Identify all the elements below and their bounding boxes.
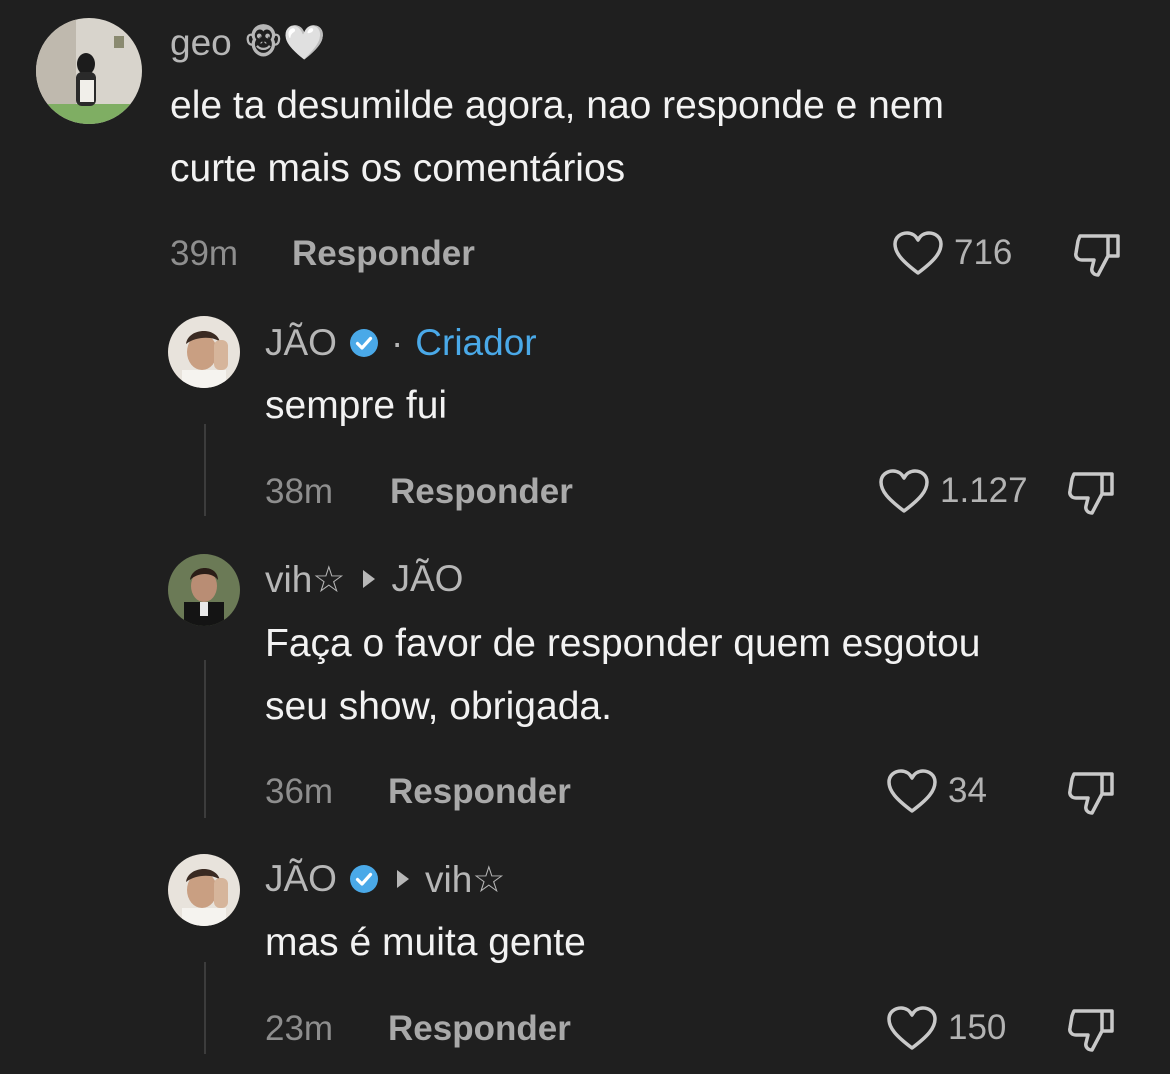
- avatar-photo: [168, 316, 240, 388]
- comment-text-line: ele ta desumilde agora, nao responde e n…: [170, 84, 945, 127]
- avatar-jao[interactable]: [168, 854, 240, 926]
- comment-text: ele ta desumilde agora, nao responde e n…: [170, 74, 944, 200]
- like-count: 716: [954, 233, 1013, 272]
- avatar-geo[interactable]: [36, 18, 142, 124]
- author-name[interactable]: JÃO: [265, 858, 337, 900]
- thumbs-down-icon: [1066, 1007, 1118, 1053]
- comment-text: Faça o favor de responder quem esgotou s…: [265, 612, 980, 738]
- comment-text-line: curte mais os comentários: [170, 147, 626, 190]
- comment-text: sempre fui: [265, 374, 447, 437]
- reply-arrow-icon: [363, 570, 376, 588]
- comment-time: 39m: [170, 234, 239, 273]
- avatar-photo: [168, 554, 240, 626]
- avatar-jao[interactable]: [168, 316, 240, 388]
- thumbs-down-icon: [1066, 770, 1118, 816]
- like-button[interactable]: 34: [886, 768, 987, 814]
- like-count: 1.127: [940, 471, 1028, 510]
- author-name[interactable]: JÃO: [265, 322, 337, 364]
- dislike-button[interactable]: [1066, 470, 1118, 516]
- heart-icon: [886, 768, 938, 814]
- verified-icon: [349, 864, 379, 894]
- reply-arrow-icon: [396, 870, 409, 888]
- reply-to-name[interactable]: vih☆: [425, 858, 505, 901]
- avatar-photo: [168, 854, 240, 926]
- reply-button[interactable]: Responder: [388, 1009, 571, 1049]
- comment-time: 36m: [265, 772, 334, 811]
- comment-text: mas é muita gente: [265, 911, 586, 974]
- dislike-button[interactable]: [1072, 232, 1124, 278]
- author-name[interactable]: geo: [170, 22, 232, 64]
- comment-text-line: seu show, obrigada.: [265, 685, 612, 728]
- like-count: 34: [948, 771, 987, 810]
- avatar-vih[interactable]: [168, 554, 240, 626]
- thread-line: [204, 424, 206, 516]
- comment-time: 23m: [265, 1009, 334, 1048]
- author-line: vih☆ JÃO: [265, 556, 463, 602]
- comment-text-line: Faça o favor de responder quem esgotou: [265, 622, 981, 665]
- author-emoji: 🐵🤍: [243, 24, 326, 62]
- comment-text-line: mas é muita gente: [265, 921, 586, 964]
- separator-dot: ·: [390, 322, 404, 363]
- heart-icon: [878, 468, 930, 514]
- comment-text-line: sempre fui: [265, 384, 448, 427]
- like-button[interactable]: 716: [892, 230, 1012, 276]
- author-line: JÃO vih☆: [265, 856, 505, 902]
- thread-line: [204, 660, 206, 818]
- thumbs-down-icon: [1072, 232, 1124, 278]
- heart-icon: [886, 1005, 938, 1051]
- reply-button[interactable]: Responder: [388, 772, 571, 812]
- author-line: geo 🐵🤍: [170, 20, 325, 66]
- avatar-photo: [36, 18, 142, 124]
- comment-time: 38m: [265, 472, 334, 511]
- reply-to-name[interactable]: JÃO: [391, 558, 463, 600]
- thumbs-down-icon: [1066, 470, 1118, 516]
- dislike-button[interactable]: [1066, 770, 1118, 816]
- creator-badge: Criador: [415, 322, 537, 363]
- like-count: 150: [948, 1008, 1007, 1047]
- dislike-button[interactable]: [1066, 1007, 1118, 1053]
- reply-button[interactable]: Responder: [390, 472, 573, 512]
- like-button[interactable]: 150: [886, 1005, 1006, 1051]
- author-line: JÃO · Criador: [265, 320, 537, 366]
- verified-icon: [349, 328, 379, 358]
- reply-button[interactable]: Responder: [292, 234, 475, 274]
- author-name[interactable]: vih☆: [265, 558, 345, 601]
- thread-line: [204, 962, 206, 1054]
- heart-icon: [892, 230, 944, 276]
- like-button[interactable]: 1.127: [878, 468, 1028, 514]
